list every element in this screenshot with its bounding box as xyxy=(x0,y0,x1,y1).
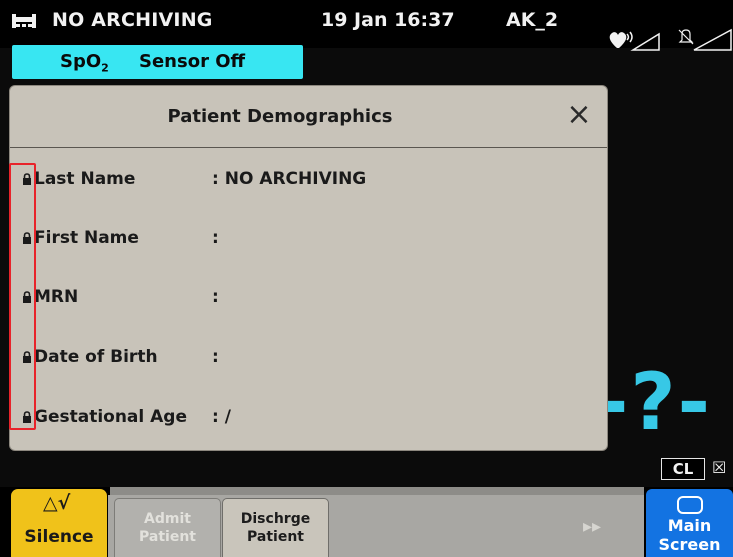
cl-badge: CL xyxy=(661,458,705,480)
silence-label: Silence xyxy=(24,527,94,547)
spo2-value: -?- xyxy=(596,358,712,448)
discharge-label-line2: Patient xyxy=(247,529,304,545)
spo2-label-text: SpO xyxy=(60,51,102,72)
field-value: : xyxy=(212,228,219,248)
main-screen-button[interactable]: Main Screen xyxy=(646,489,733,557)
patient-demographics-dialog: Patient Demographics × Last Name : NO AR… xyxy=(10,86,607,450)
status-bar: NO ARCHIVING 19 Jan 16:37 AK_2 xyxy=(0,0,733,51)
dialog-divider xyxy=(10,147,607,148)
field-label: Last Name xyxy=(34,169,136,189)
main-screen-label-line1: Main xyxy=(667,516,712,535)
admit-label-line2: Patient xyxy=(139,529,196,545)
main-screen-label: Main Screen xyxy=(646,516,733,554)
care-unit-name: AK_2 xyxy=(506,9,559,31)
field-row-date-of-birth[interactable]: Date of Birth : xyxy=(10,342,607,372)
field-label: Date of Birth xyxy=(34,347,158,367)
silence-icon: △√ xyxy=(43,492,71,514)
field-row-first-name[interactable]: First Name : xyxy=(10,223,607,253)
alarm-off-icon xyxy=(678,28,732,51)
spo2-status: Sensor Off xyxy=(139,51,246,72)
dialog-title: Patient Demographics xyxy=(167,106,393,127)
patient-name: NO ARCHIVING xyxy=(52,9,213,31)
screen-icon xyxy=(677,496,703,514)
spo2-label-subscript: 2 xyxy=(101,61,109,75)
close-icon[interactable]: × xyxy=(562,98,596,132)
bottom-ridge xyxy=(110,487,644,495)
field-value: : NO ARCHIVING xyxy=(212,169,367,189)
lock-column-highlight xyxy=(9,163,36,430)
field-label: MRN xyxy=(34,287,79,307)
discharge-patient-button[interactable]: Dischrge Patient xyxy=(222,498,329,557)
mute-badge-icon: ☒ xyxy=(712,458,727,477)
field-row-mrn[interactable]: MRN : xyxy=(10,282,607,312)
spo2-label: SpO2 xyxy=(60,51,109,75)
more-arrow-icon[interactable]: ▸▸ xyxy=(583,516,601,537)
field-row-last-name[interactable]: Last Name : NO ARCHIVING xyxy=(10,164,607,194)
main-screen-label-line2: Screen xyxy=(658,535,721,554)
admit-patient-button[interactable]: Admit Patient xyxy=(114,498,221,557)
field-label: First Name xyxy=(34,228,139,248)
field-label: Gestational Age xyxy=(34,407,188,427)
monitor-screen: NO ARCHIVING 19 Jan 16:37 AK_2 SpO2 Sens… xyxy=(0,0,733,557)
bed-icon xyxy=(12,14,36,28)
field-row-gestational-age[interactable]: Gestational Age : / xyxy=(10,402,607,432)
discharge-label-line1: Dischrge xyxy=(240,511,311,527)
silence-button[interactable]: △√ Silence xyxy=(11,489,107,557)
admit-label-line1: Admit xyxy=(144,511,191,527)
field-value: : / xyxy=(212,407,231,427)
date-time: 19 Jan 16:37 xyxy=(321,9,455,31)
heart-volume-icon xyxy=(609,31,660,51)
spo2-alert-banner[interactable]: SpO2 Sensor Off xyxy=(12,45,303,79)
field-value: : xyxy=(212,347,219,367)
field-value: : xyxy=(212,287,219,307)
